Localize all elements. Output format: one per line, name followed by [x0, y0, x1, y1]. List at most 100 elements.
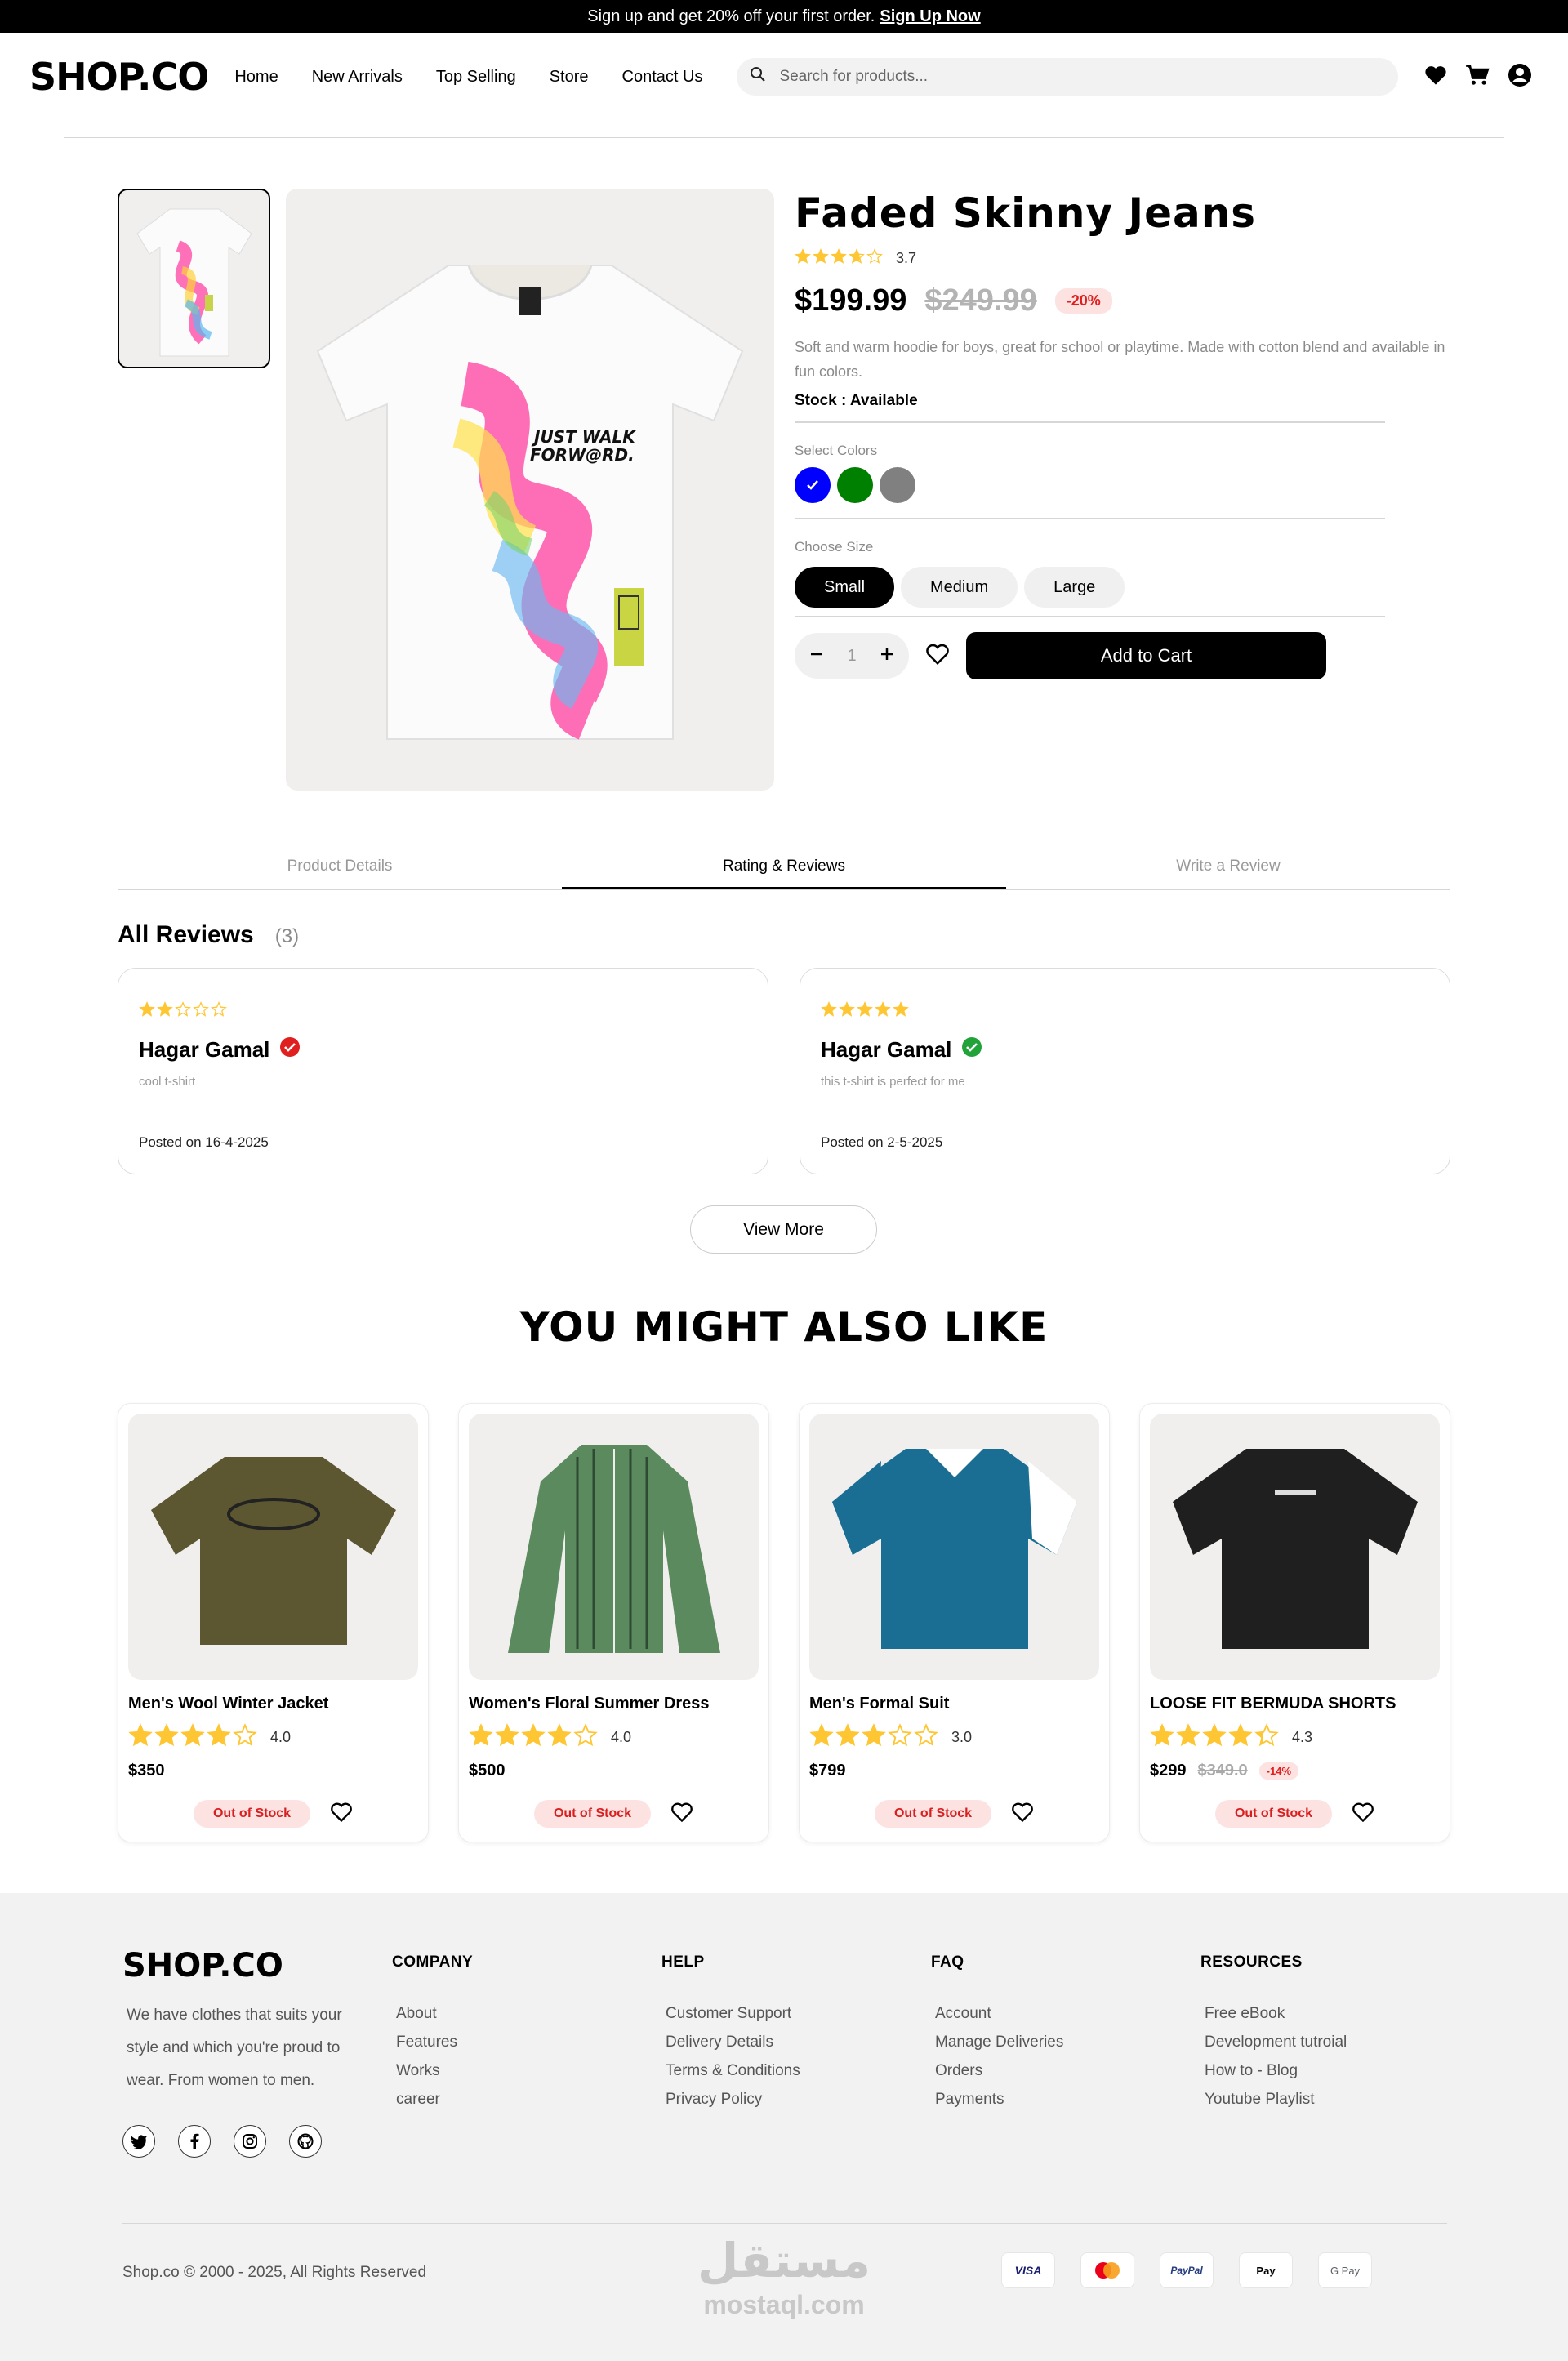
- footer-column-title: COMPANY: [392, 1953, 474, 1971]
- tab-rating-reviews[interactable]: Rating & Reviews: [562, 849, 1006, 889]
- footer-link[interactable]: Free eBook: [1205, 1999, 1347, 2028]
- footer-link[interactable]: How to - Blog: [1205, 2056, 1347, 2085]
- product-card-price: $500: [469, 1762, 506, 1780]
- out-of-stock-badge: Out of Stock: [874, 1800, 992, 1828]
- product-card[interactable]: Women's Floral Summer Dress 4.0 $500 Out…: [458, 1403, 769, 1842]
- nav-top-selling[interactable]: Top Selling: [436, 68, 516, 87]
- wishlist-heart-icon[interactable]: [1352, 1802, 1374, 1827]
- footer-link[interactable]: Development tutroial: [1205, 2028, 1347, 2056]
- reviews-title: All Reviews: [118, 921, 254, 948]
- svg-text:FORW@RD.: FORW@RD.: [530, 445, 635, 465]
- quantity-value[interactable]: 1: [847, 647, 856, 666]
- footer-column-company: COMPANY About Features Works career: [392, 1953, 473, 2114]
- product-card-name[interactable]: Men's Wool Winter Jacket: [128, 1695, 418, 1713]
- size-medium[interactable]: Medium: [901, 567, 1018, 608]
- footer-link[interactable]: Customer Support: [666, 1999, 800, 2028]
- product-card-rating: 4.0: [469, 1723, 759, 1752]
- product-thumbnail[interactable]: [118, 189, 270, 368]
- heart-icon[interactable]: [1424, 65, 1447, 90]
- tab-write-review[interactable]: Write a Review: [1006, 849, 1450, 889]
- product-card-image[interactable]: [128, 1414, 418, 1680]
- nav-store[interactable]: Store: [550, 68, 589, 87]
- footer-link[interactable]: Manage Deliveries: [935, 2028, 1063, 2056]
- star-icon: [835, 1723, 860, 1747]
- rating-stars: [809, 1723, 940, 1752]
- product-card-name[interactable]: Women's Floral Summer Dress: [469, 1695, 759, 1713]
- product-card[interactable]: LOOSE FIT BERMUDA SHORTS 4.3 $299 $349.0…: [1139, 1403, 1450, 1842]
- google-pay-icon: G Pay: [1318, 2252, 1372, 2288]
- footer-column-resources: RESOURCES Free eBook Development tutroia…: [1200, 1953, 1347, 2114]
- product-card-image[interactable]: [1150, 1414, 1440, 1680]
- color-swatch-green[interactable]: [837, 467, 873, 503]
- wishlist-heart-icon[interactable]: [670, 1802, 693, 1827]
- review-author-name: Hagar Gamal: [821, 1037, 952, 1062]
- review-stars: [139, 1001, 229, 1021]
- review-card: Hagar Gamal this t-shirt is perfect for …: [800, 968, 1450, 1174]
- tab-product-details[interactable]: Product Details: [118, 849, 562, 889]
- wishlist-heart-icon[interactable]: [330, 1802, 353, 1827]
- color-options: [795, 467, 1456, 503]
- footer-link[interactable]: About: [396, 1999, 473, 2028]
- product-card-price: $299: [1150, 1762, 1187, 1780]
- footer-link[interactable]: Features: [396, 2028, 473, 2056]
- star-icon: [469, 1723, 493, 1747]
- twitter-icon[interactable]: [122, 2125, 155, 2158]
- footer-link[interactable]: Works: [396, 2056, 473, 2085]
- size-large[interactable]: Large: [1024, 567, 1125, 608]
- rating-value: 3.7: [896, 250, 917, 266]
- wishlist-heart-icon[interactable]: [925, 643, 950, 670]
- add-to-cart-button[interactable]: Add to Cart: [966, 632, 1326, 679]
- facebook-icon[interactable]: [178, 2125, 211, 2158]
- print-text: JUST WALK: [531, 427, 636, 447]
- search-input[interactable]: Search for products...: [779, 68, 928, 86]
- apple-pay-icon: Pay: [1239, 2252, 1293, 2288]
- footer-logo[interactable]: SHOP.CO: [122, 1947, 283, 1985]
- paypal-icon: PayPal: [1160, 2252, 1214, 2288]
- color-swatch-blue[interactable]: [795, 467, 831, 503]
- size-small[interactable]: Small: [795, 567, 895, 608]
- wishlist-heart-icon[interactable]: [1011, 1802, 1034, 1827]
- nav-home[interactable]: Home: [234, 68, 278, 87]
- plus-icon[interactable]: [880, 645, 894, 666]
- view-more-button[interactable]: View More: [690, 1205, 877, 1254]
- github-icon[interactable]: [289, 2125, 322, 2158]
- instagram-icon[interactable]: [234, 2125, 266, 2158]
- footer-link[interactable]: Payments: [935, 2085, 1063, 2114]
- footer-link[interactable]: Delivery Details: [666, 2028, 800, 2056]
- star-icon: [862, 1723, 886, 1747]
- search-bar[interactable]: Search for products...: [737, 58, 1399, 96]
- minus-icon[interactable]: [809, 645, 824, 666]
- footer-link[interactable]: Orders: [935, 2056, 1063, 2085]
- footer-link[interactable]: Account: [935, 1999, 1063, 2028]
- product-card-name[interactable]: LOOSE FIT BERMUDA SHORTS: [1150, 1695, 1440, 1713]
- cart-icon[interactable]: [1465, 64, 1490, 91]
- star-icon: [193, 1001, 209, 1017]
- footer-link[interactable]: career: [396, 2085, 473, 2114]
- check-icon: [807, 480, 818, 490]
- divider: [795, 421, 1385, 423]
- logo[interactable]: SHOP.CO: [29, 55, 209, 99]
- nav-contact-us[interactable]: Contact Us: [622, 68, 703, 87]
- product-card-image[interactable]: [469, 1414, 759, 1680]
- product-card-name[interactable]: Men's Formal Suit: [809, 1695, 1099, 1713]
- footer-column-title: RESOURCES: [1200, 1953, 1303, 1971]
- product-card[interactable]: Men's Formal Suit 3.0 $799 Out of Stock: [799, 1403, 1110, 1842]
- nav-new-arrivals[interactable]: New Arrivals: [312, 68, 403, 87]
- review-date: Posted on 2-5-2025: [821, 1134, 943, 1150]
- footer-link[interactable]: Privacy Policy: [666, 2085, 800, 2114]
- review-text: this t-shirt is perfect for me: [821, 1075, 965, 1089]
- payment-methods: VISA PayPal Pay G Pay: [1001, 2252, 1372, 2288]
- star-icon: [857, 1001, 873, 1017]
- product-card-image[interactable]: [809, 1414, 1099, 1680]
- star-icon: [809, 1723, 834, 1747]
- footer-link[interactable]: Youtube Playlist: [1205, 2085, 1347, 2114]
- sign-up-link[interactable]: Sign Up Now: [880, 7, 980, 26]
- user-icon[interactable]: [1508, 63, 1532, 91]
- footer-link[interactable]: Terms & Conditions: [666, 2056, 800, 2085]
- promo-banner: Sign up and get 20% off your first order…: [0, 0, 1568, 33]
- review-stars: [821, 1001, 911, 1021]
- star-icon: [211, 1001, 227, 1017]
- product-card[interactable]: Men's Wool Winter Jacket 4.0 $350 Out of…: [118, 1403, 429, 1842]
- color-swatch-gray[interactable]: [880, 467, 915, 503]
- product-card-footer: Out of Stock: [1150, 1800, 1440, 1828]
